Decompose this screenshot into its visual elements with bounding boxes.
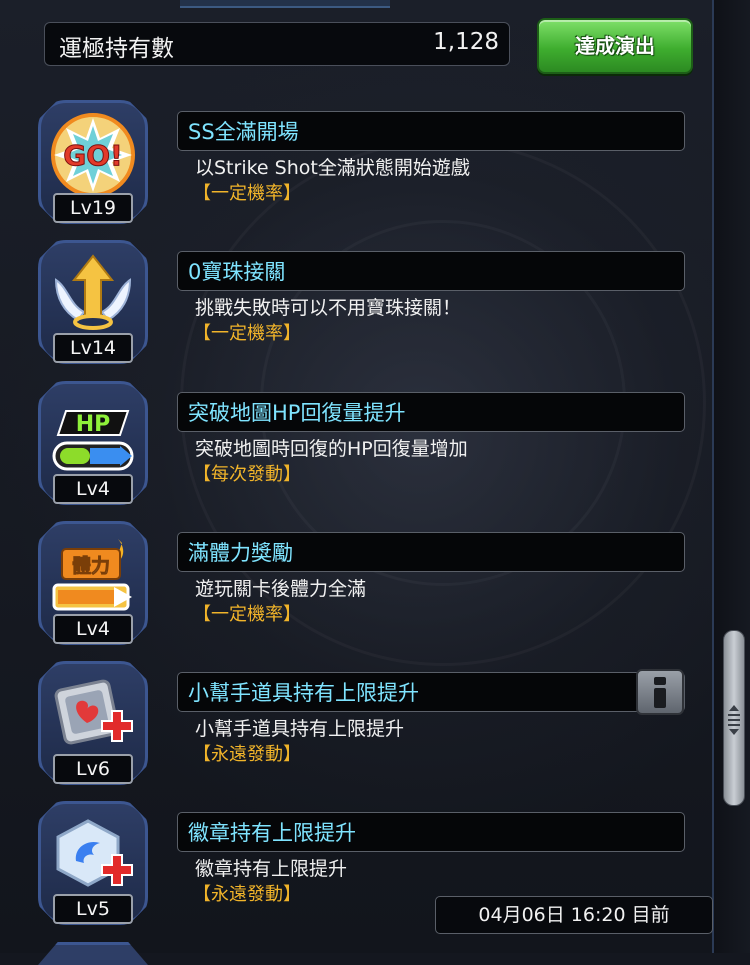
bonus-level-badge: Lv4 xyxy=(53,474,133,504)
bonus-title-box: 突破地圖HP回復量提升 xyxy=(177,392,685,432)
luck-count-box: 運極持有數 1,128 xyxy=(44,22,510,66)
stamina-icon: 體力 xyxy=(52,539,132,611)
bonus-trigger-tag: 【一定機率】 xyxy=(193,604,301,625)
bonus-level-badge: Lv14 xyxy=(53,333,133,363)
luck-count-value: 1,128 xyxy=(433,29,499,55)
bonus-title-box: 0寶珠接關 xyxy=(177,251,685,291)
bonus-description: 遊玩關卡後體力全滿 xyxy=(195,578,367,600)
bonus-row: Lv14 0寶珠接關 挑戰失敗時可以不用寶珠接關！ 【一定機率】 xyxy=(0,240,712,380)
bonus-description: 以Strike Shot全滿狀態開始遊戲 xyxy=(195,157,470,179)
bonus-description: 突破地圖時回復的HP回復量增加 xyxy=(195,438,468,460)
info-icon xyxy=(654,677,666,708)
luck-count-label: 運極持有數 xyxy=(59,36,174,62)
bonus-title: 徽章持有上限提升 xyxy=(188,821,356,845)
update-timestamp: 04月06日 16:20 目前 xyxy=(435,896,713,934)
scrollbar-thumb[interactable] xyxy=(723,630,745,806)
bonus-description: 小幫手道具持有上限提升 xyxy=(195,718,405,740)
top-panel-edge xyxy=(180,0,390,8)
bonus-title-box: 滿體力獎勵 xyxy=(177,532,685,572)
go-burst-icon: GO! xyxy=(51,113,135,197)
stamina-icon-label: 體力 xyxy=(72,554,110,577)
bonus-title-box: 徽章持有上限提升 xyxy=(177,812,685,852)
bonus-row: 體力 Lv4 滿體力獎勵 遊玩關卡後體力全滿 【一定機率】 xyxy=(0,521,712,661)
bonus-trigger-tag: 【一定機率】 xyxy=(193,183,301,204)
winged-arrow-icon xyxy=(54,254,132,330)
achievement-effect-button[interactable]: 達成演出 xyxy=(537,18,693,74)
bonus-title-box: SS全滿開場 xyxy=(177,111,685,151)
bonus-level-badge: Lv5 xyxy=(53,894,133,924)
item-plus-icon xyxy=(54,679,133,745)
bonus-description: 徽章持有上限提升 xyxy=(195,858,348,880)
bonus-trigger-tag: 【一定機率】 xyxy=(193,323,301,344)
bonus-row: Lv6 小幫手道具持有上限提升 小幫手道具持有上限提升 【永遠發動】 xyxy=(0,661,712,801)
bonus-title: 突破地圖HP回復量提升 xyxy=(188,401,406,425)
info-button[interactable] xyxy=(636,669,684,715)
bonus-description: 挑戰失敗時可以不用寶珠接關！ xyxy=(195,297,462,319)
bonus-title: 0寶珠接關 xyxy=(188,260,286,284)
bonus-title-box: 小幫手道具持有上限提升 xyxy=(177,672,685,712)
badge-plus-icon xyxy=(56,819,133,887)
svg-text:HP: HP xyxy=(76,412,111,437)
bonus-row: HP Lv4 突破地圖HP回復量提升 突破地圖時回復的HP回復量增加 【每次發動… xyxy=(0,381,712,521)
bonus-trigger-tag: 【永遠發動】 xyxy=(193,884,301,905)
scroll-grip-icon xyxy=(728,705,740,735)
achievement-effect-button-label: 達成演出 xyxy=(575,34,655,58)
svg-text:GO!: GO! xyxy=(63,139,123,172)
bonus-level-badge: Lv6 xyxy=(53,754,133,784)
hp-gauge-icon: HP xyxy=(52,410,134,471)
bonus-level-badge: Lv19 xyxy=(53,193,133,223)
bonus-trigger-tag: 【永遠發動】 xyxy=(193,744,301,765)
bonus-row: GO! Lv19 SS全滿開場 以Strike Shot全滿狀態開始遊戲 【一定… xyxy=(0,100,712,240)
bonus-trigger-tag: 【每次發動】 xyxy=(193,464,301,485)
bonus-title: 小幫手道具持有上限提升 xyxy=(188,681,419,705)
bonus-title: SS全滿開場 xyxy=(188,120,299,144)
bonus-level-badge: Lv4 xyxy=(53,614,133,644)
scroll-rail xyxy=(712,0,750,953)
bonus-title: 滿體力獎勵 xyxy=(188,541,293,565)
